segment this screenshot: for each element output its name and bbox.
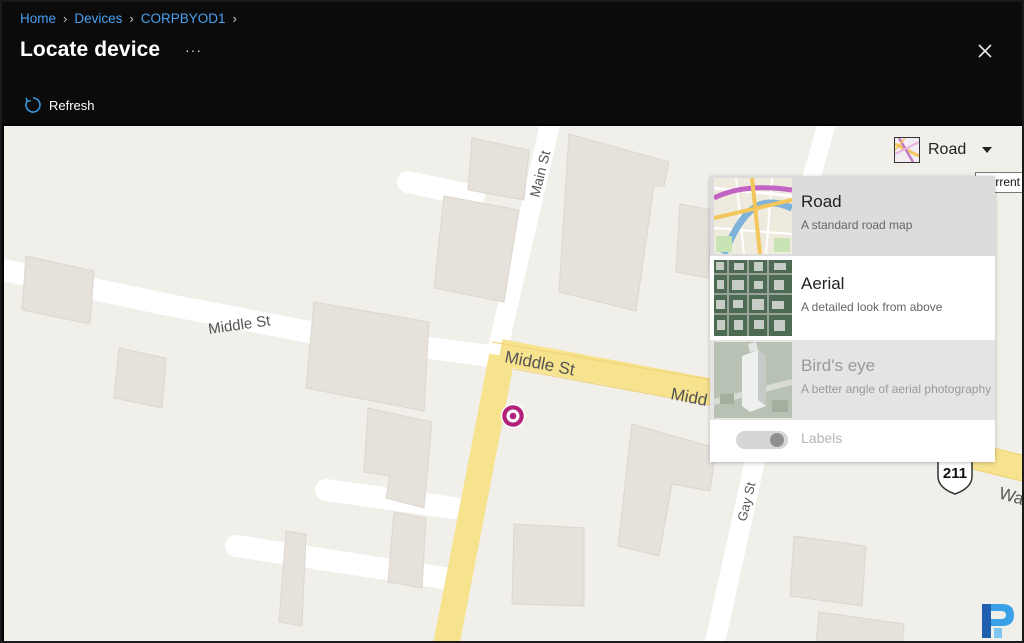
breadcrumb: Home › Devices › CORPBYOD1 › [20, 11, 244, 26]
menu-item-road-title: Road [801, 192, 842, 211]
birds-eye-thumbnail-icon [714, 342, 792, 418]
building [21, 255, 95, 325]
map-style-menu: Road A standard road map Aerial A detail… [710, 176, 995, 462]
building [815, 611, 905, 641]
building [305, 301, 430, 412]
building [675, 203, 713, 279]
building [789, 535, 867, 607]
building [467, 137, 530, 201]
close-icon [978, 44, 992, 58]
map-canvas[interactable]: Middle St Main St Middle St Midd Gay St … [4, 126, 1022, 641]
breadcrumb-device[interactable]: CORPBYOD1 [141, 11, 226, 26]
menu-item-birds-eye[interactable]: Bird's eye A better angle of aerial phot… [710, 340, 995, 420]
route-shield-number: 211 [943, 465, 967, 482]
prajwal-p-logo-icon [982, 604, 1014, 638]
close-button[interactable] [974, 40, 996, 62]
menu-item-aerial[interactable]: Aerial A detailed look from above [710, 258, 995, 338]
route-shield-icon: 211 [937, 459, 973, 495]
labels-toggle-label: Labels [801, 430, 843, 446]
building [617, 423, 717, 557]
blade-header: Home › Devices › CORPBYOD1 › Locate devi… [2, 2, 1022, 124]
chevron-right-icon: › [129, 11, 134, 26]
caret-down-icon [982, 147, 993, 153]
labels-toggle[interactable] [736, 431, 788, 449]
toggle-knob [770, 433, 784, 447]
road-map-icon [894, 137, 920, 163]
map-style-current-label: Road [928, 141, 967, 158]
device-location-pin-icon[interactable] [500, 403, 526, 429]
menu-item-aerial-title: Aerial [801, 274, 845, 293]
breadcrumb-home[interactable]: Home [20, 11, 56, 26]
building [387, 511, 427, 589]
menu-item-birds-eye-desc: A better angle of aerial photography [801, 382, 992, 396]
app-frame: Home › Devices › CORPBYOD1 › Locate devi… [0, 0, 1024, 643]
labels-row: Labels [710, 422, 995, 462]
page-title: Locate device [20, 38, 161, 61]
chevron-right-icon: › [232, 11, 237, 26]
breadcrumb-devices[interactable]: Devices [74, 11, 122, 26]
road-cul-de-sac-top [397, 171, 485, 207]
building [558, 133, 670, 312]
menu-item-birds-eye-title: Bird's eye [801, 356, 876, 375]
street-label-wa: Wa [997, 484, 1022, 509]
menu-item-road[interactable]: Road A standard road map [710, 176, 995, 256]
building [113, 347, 167, 409]
road-thumbnail-icon [714, 178, 792, 254]
chevron-right-icon: › [63, 11, 68, 26]
more-options-button[interactable]: ··· [185, 42, 202, 58]
refresh-icon [25, 97, 41, 113]
refresh-label: Refresh [49, 97, 95, 113]
refresh-button[interactable]: Refresh [24, 96, 95, 114]
menu-item-aerial-desc: A detailed look from above [801, 300, 943, 314]
map-style-button[interactable]: Road [888, 130, 996, 170]
building [433, 195, 520, 303]
aerial-thumbnail-icon [714, 260, 792, 336]
menu-item-road-desc: A standard road map [801, 218, 913, 232]
building [511, 523, 585, 607]
